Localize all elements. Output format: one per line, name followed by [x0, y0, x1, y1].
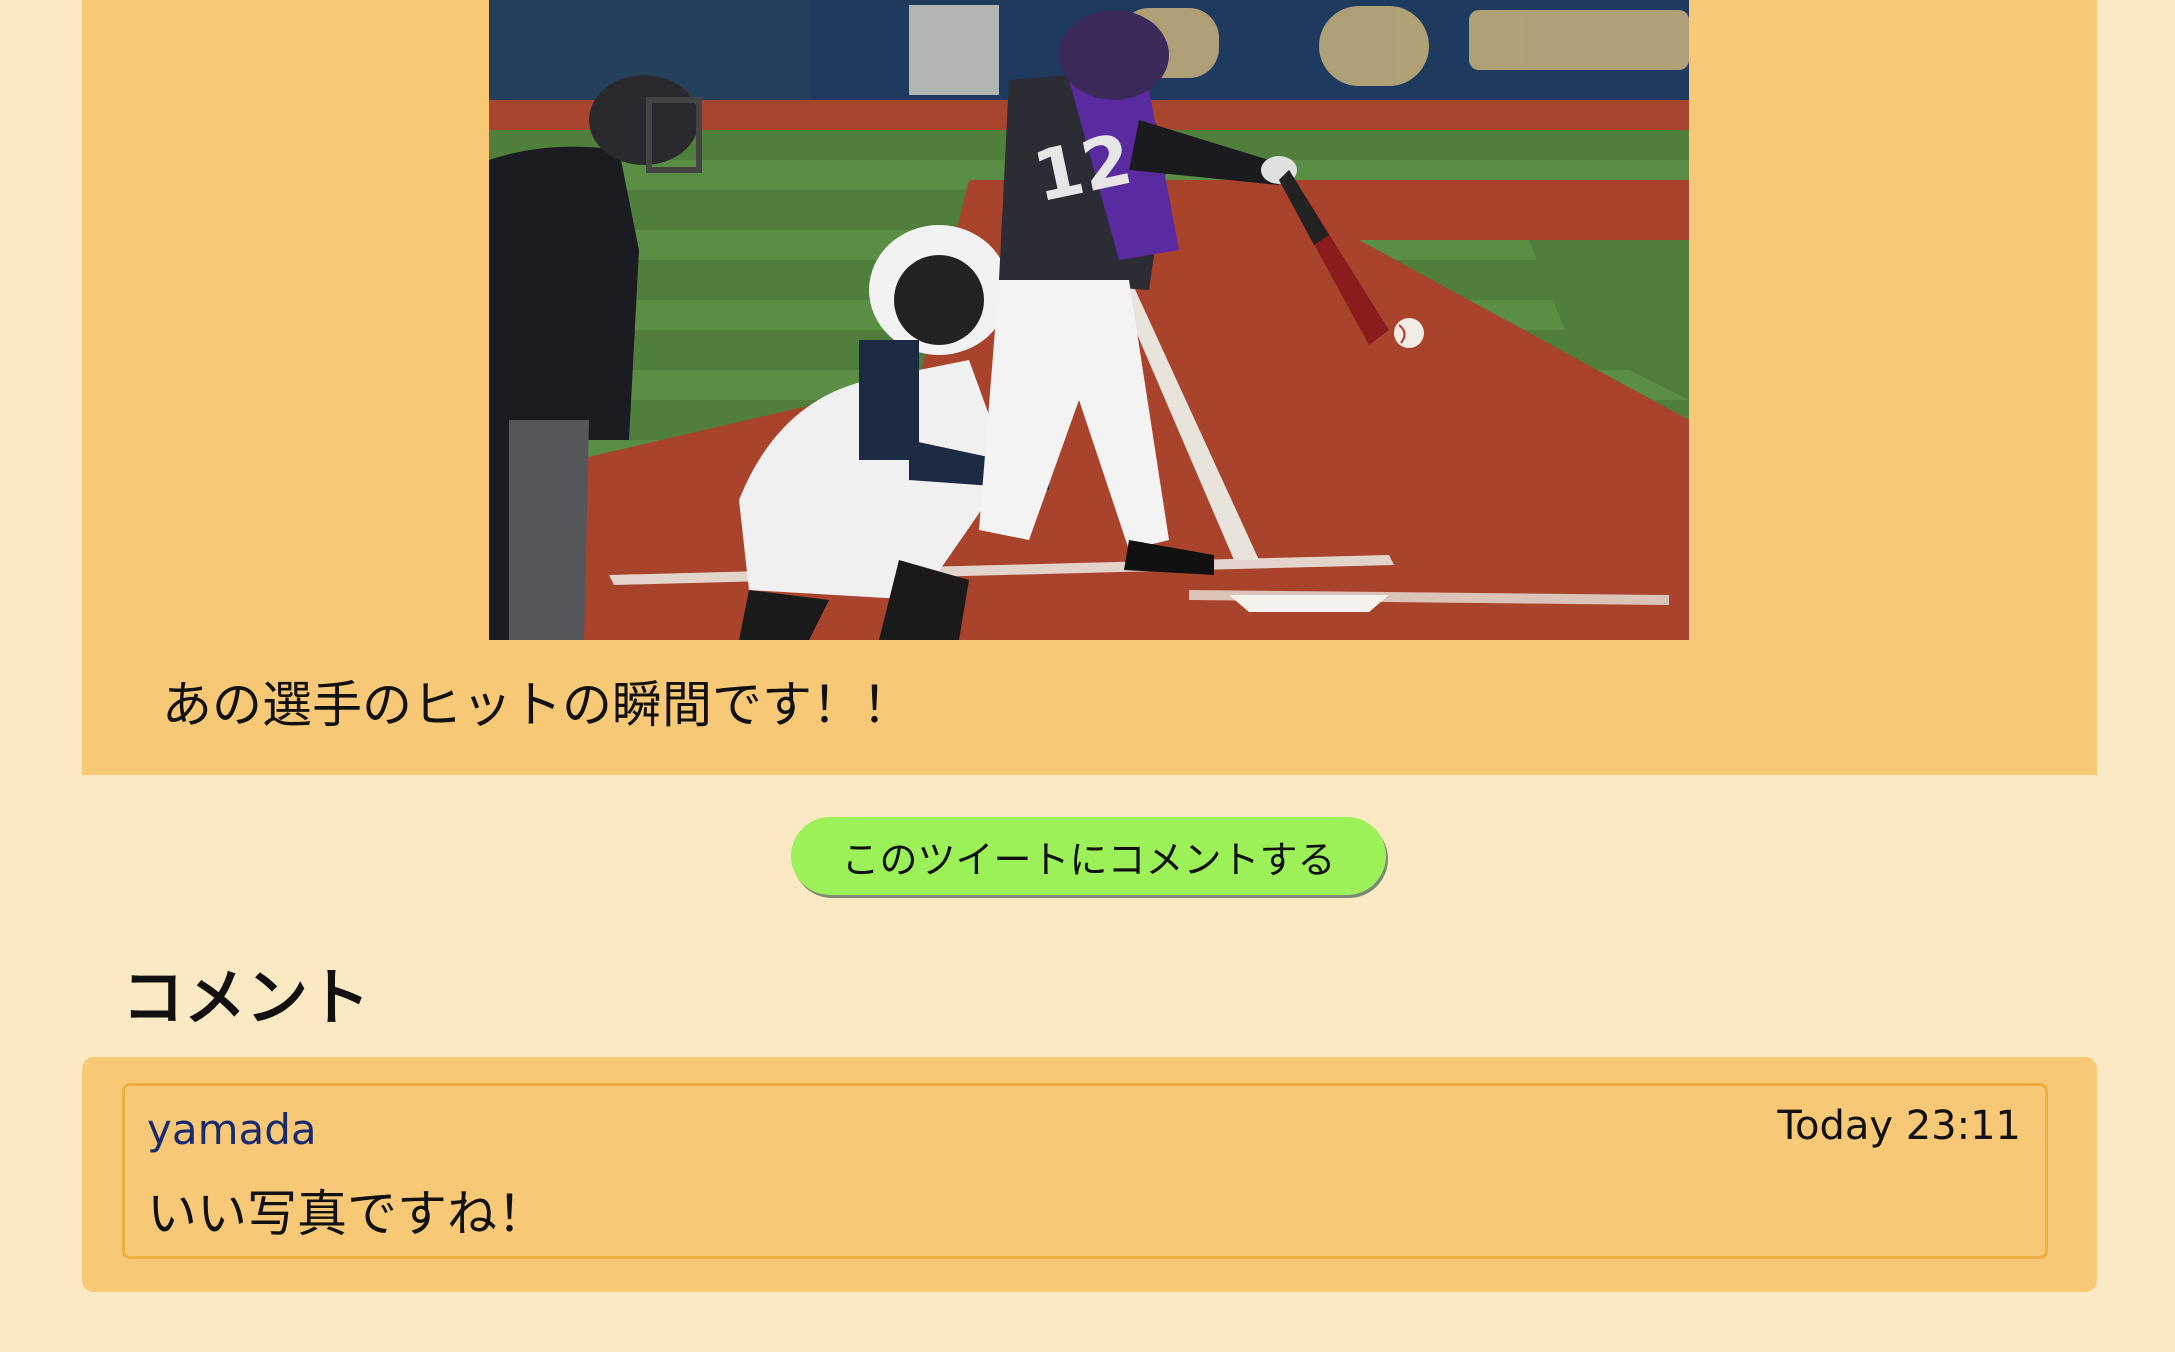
comment-item: yamada Today 23:11 いい写真ですね！: [122, 1083, 2048, 1259]
comments-list: yamada Today 23:11 いい写真ですね！: [82, 1057, 2097, 1292]
tweet-card: 12 あの選手のヒットの瞬間です！！: [82, 0, 2097, 775]
comment-timestamp: Today 23:11: [1777, 1103, 2021, 1149]
page: 12 あの選手のヒットの瞬間です！！ このツイートにコメントする コメント ya…: [0, 0, 2175, 1352]
comment-body: いい写真ですね！: [147, 1185, 547, 1243]
baseball-photo-image: 12: [489, 0, 1689, 640]
tweet-photo[interactable]: 12: [489, 0, 1689, 640]
comment-username-link[interactable]: yamada: [147, 1102, 317, 1158]
comments-heading: コメント: [122, 961, 371, 1034]
tweet-text: あの選手のヒットの瞬間です！！: [162, 676, 912, 734]
comment-on-tweet-button[interactable]: このツイートにコメントする: [791, 817, 1386, 895]
